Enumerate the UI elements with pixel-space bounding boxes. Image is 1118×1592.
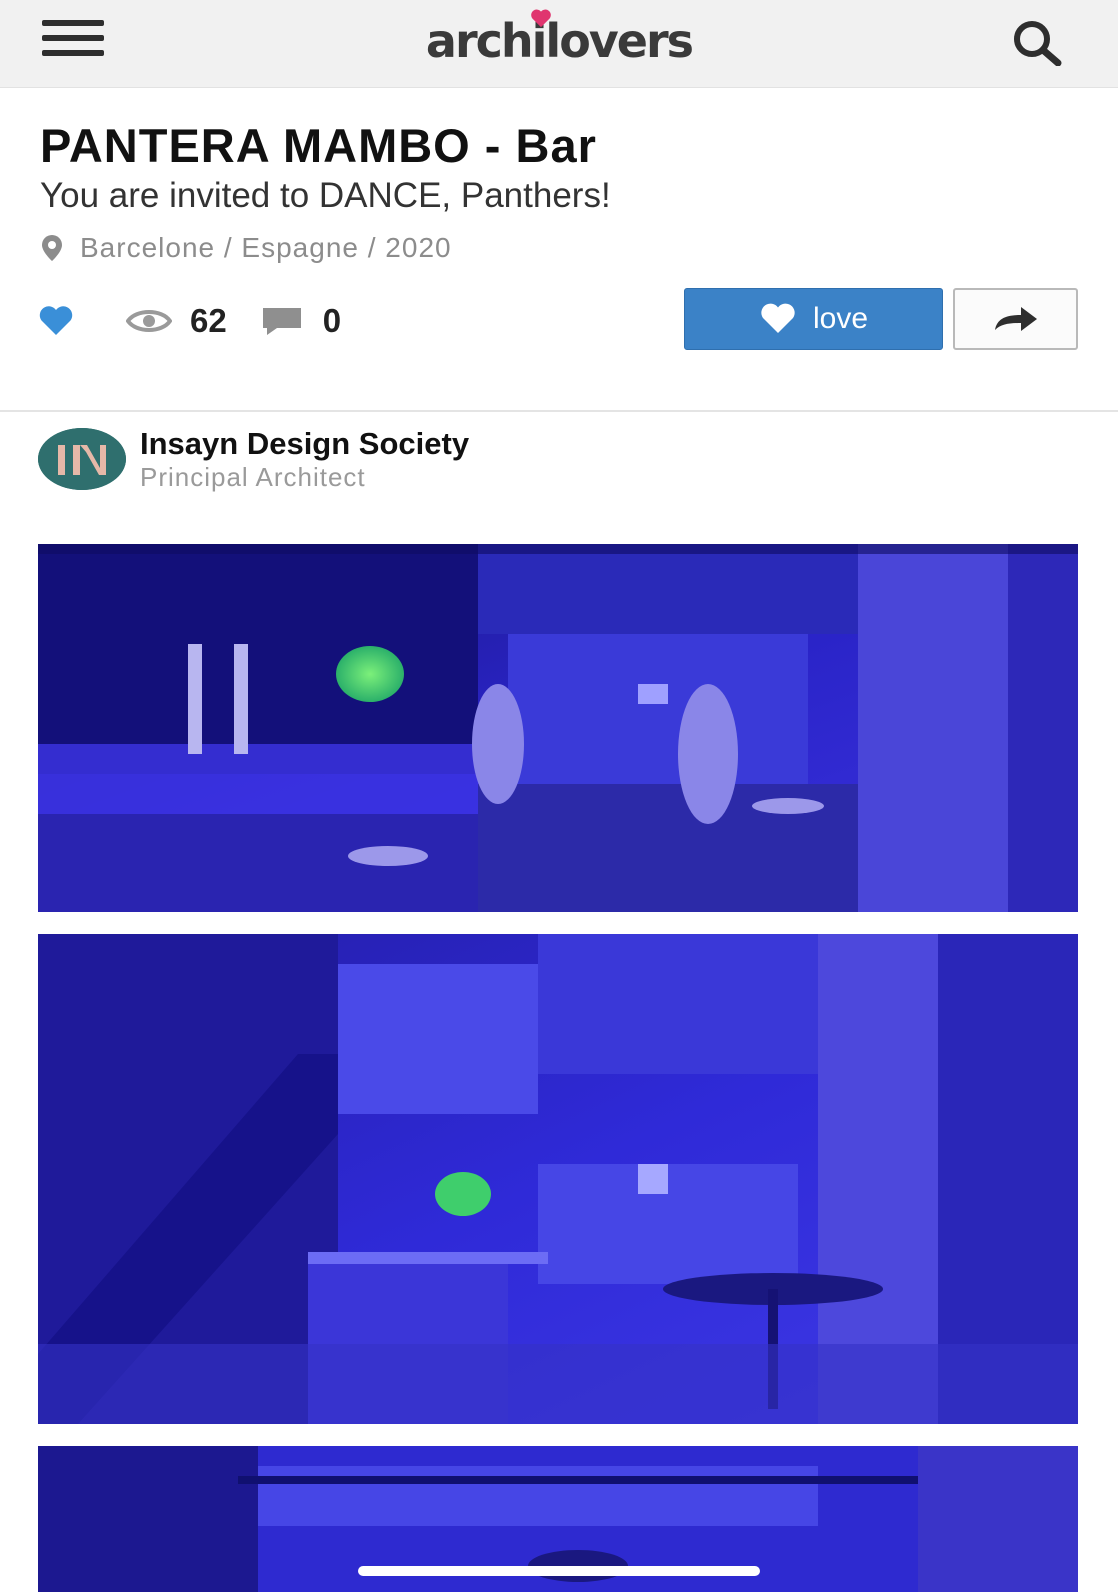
heart-icon [761,303,795,333]
love-button-label: love [812,302,869,335]
views-count: 62 [190,302,227,339]
share-arrow-icon [994,307,1037,331]
project-photo[interactable] [38,934,1078,1424]
logo-heart-icon [531,9,551,28]
heart-icon[interactable] [38,305,74,337]
project-photo[interactable] [38,544,1078,912]
project-location[interactable]: Barcelone / Espagne / 2020 [38,232,452,264]
home-indicator[interactable] [358,1566,760,1576]
comments-count: 0 [322,302,342,339]
share-button[interactable] [953,288,1078,350]
author-role: Principal Architect [140,462,366,492]
brand-logo[interactable]: archilovers [0,9,1118,68]
location-pin-icon [42,235,62,261]
location-text: Barcelone / Espagne / 2020 [80,232,452,263]
project-stats: 62 0 [38,296,341,346]
top-navigation-bar: archilovers [0,0,1118,88]
author-name[interactable]: Insayn Design Society [140,426,469,462]
author-avatar[interactable] [38,428,126,490]
project-title: PANTERA MAMBO - Bar [40,119,597,172]
brand-logo-text: archilovers [425,14,694,68]
section-divider [0,410,1118,412]
comment-icon[interactable] [261,306,303,336]
project-subtitle: You are invited to DANCE, Panthers! [40,176,611,215]
love-button[interactable]: love [684,288,943,350]
eye-icon [126,310,172,332]
search-icon[interactable] [1008,18,1070,67]
